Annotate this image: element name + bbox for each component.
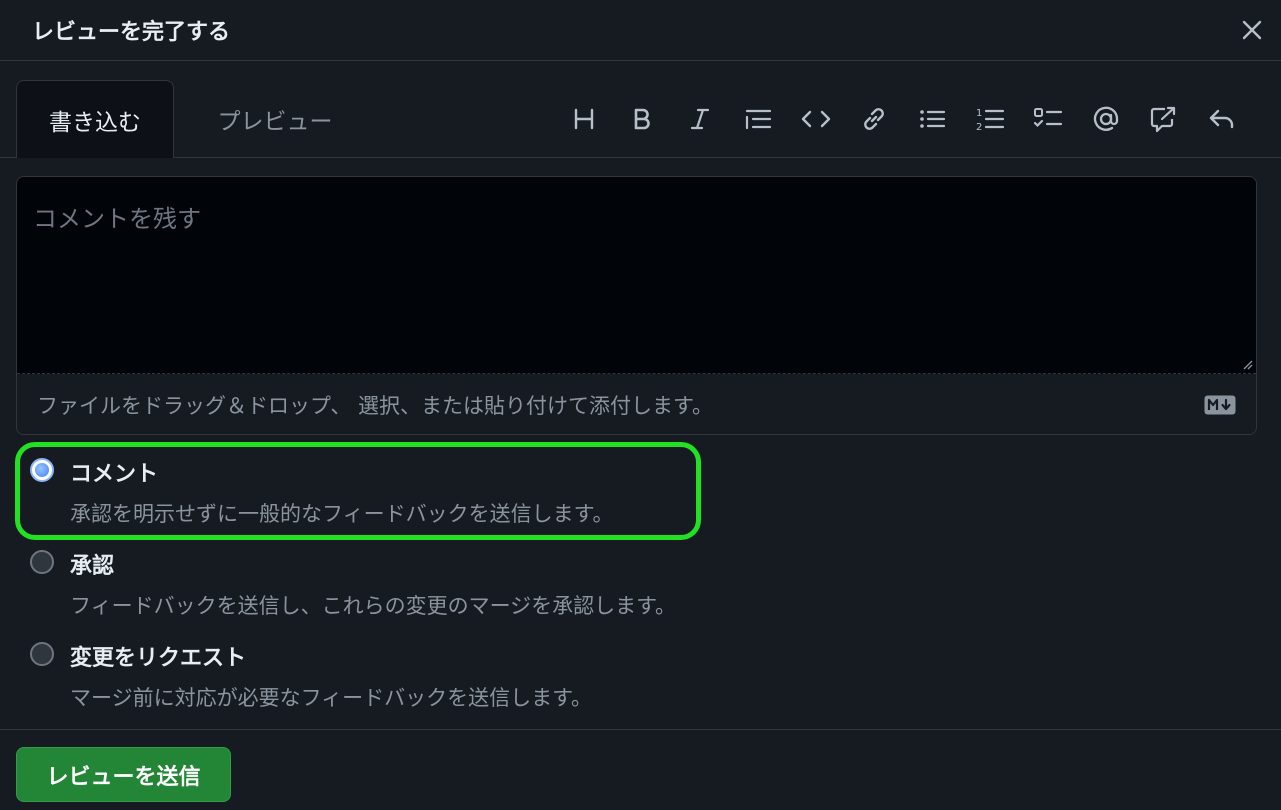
comment-placeholder: コメントを残す [33, 205, 201, 233]
radio-approve[interactable] [30, 550, 54, 574]
close-button[interactable] [1237, 15, 1267, 45]
radio-comment[interactable] [30, 458, 54, 482]
italic-button[interactable] [671, 99, 729, 139]
editor-tabbar: 書き込む プレビュー 1 2 [0, 61, 1281, 159]
link-button[interactable] [845, 99, 903, 139]
markdown-toolbar: 1 2 [555, 99, 1251, 139]
dropzone-text: ファイルをドラッグ＆ドロップ、 選択、または貼り付けて添付します。 [37, 393, 713, 418]
italic-icon [690, 108, 710, 130]
option-approve-description: フィードバックを送信し、これらの変更のマージを承認します。 [70, 594, 677, 618]
option-request-changes-description: マージ前に対応が必要なフィードバックを送信します。 [70, 686, 593, 710]
reply-icon [1209, 109, 1234, 129]
link-icon [864, 108, 884, 130]
comment-textarea[interactable]: コメントを残す [17, 177, 1256, 374]
tab-divider [0, 157, 1281, 158]
submit-review-button[interactable]: レビューを送信 [16, 747, 231, 802]
bulleted-list-icon [920, 110, 946, 128]
option-comment-label: コメント [70, 462, 159, 487]
tab-write[interactable]: 書き込む [16, 80, 174, 158]
mention-button[interactable] [1077, 99, 1135, 139]
heading-button[interactable] [555, 99, 613, 139]
mention-icon [1093, 106, 1119, 131]
numbered-list-button[interactable]: 1 2 [961, 99, 1019, 139]
review-dialog: レビューを完了する 書き込む プレビュー 1 2 コメントを残す ファイルをドラ… [0, 0, 1281, 810]
markdown-icon[interactable] [1204, 395, 1236, 415]
option-comment-description: 承認を明示せずに一般的なフィードバックを送信します。 [70, 502, 614, 526]
reference-icon [1150, 106, 1176, 133]
reply-button[interactable] [1193, 99, 1251, 139]
svg-text:2: 2 [976, 122, 982, 133]
task-list-icon [1033, 108, 1063, 128]
numbered-list-icon: 1 2 [976, 108, 1005, 133]
svg-text:1: 1 [976, 108, 982, 119]
radio-request-changes[interactable] [30, 642, 54, 666]
option-request-changes-label: 変更をリクエスト [70, 646, 247, 671]
bulleted-list-button[interactable] [903, 99, 961, 139]
code-button[interactable] [787, 99, 845, 139]
comment-editor: コメントを残す ファイルをドラッグ＆ドロップ、 選択、または貼り付けて添付します… [16, 176, 1257, 435]
tab-preview[interactable]: プレビュー [200, 80, 350, 158]
resize-handle-icon[interactable] [1241, 358, 1253, 370]
option-approve[interactable]: 承認 フィードバックを送信し、これらの変更のマージを承認します。 [30, 542, 676, 634]
close-icon [1242, 20, 1262, 40]
code-icon [801, 110, 831, 128]
heading-icon [574, 108, 594, 130]
dialog-header: レビューを完了する [0, 0, 1281, 61]
bold-button[interactable] [613, 99, 671, 139]
option-request-changes[interactable]: 変更をリクエスト マージ前に対応が必要なフィードバックを送信します。 [30, 634, 676, 726]
bold-icon [634, 108, 650, 130]
option-approve-label: 承認 [70, 554, 115, 579]
option-comment[interactable]: コメント 承認を明示せずに一般的なフィードバックを送信します。 [30, 450, 676, 542]
dialog-title: レビューを完了する [32, 20, 231, 45]
task-list-button[interactable] [1019, 99, 1077, 139]
footer-divider [0, 729, 1281, 730]
review-type-options: コメント 承認を明示せずに一般的なフィードバックを送信します。 承認 フィードバ… [30, 450, 676, 726]
quote-button[interactable] [729, 99, 787, 139]
attachment-dropzone[interactable]: ファイルをドラッグ＆ドロップ、 選択、または貼り付けて添付します。 [17, 374, 1256, 434]
quote-icon [745, 109, 772, 130]
reference-button[interactable] [1135, 99, 1193, 139]
